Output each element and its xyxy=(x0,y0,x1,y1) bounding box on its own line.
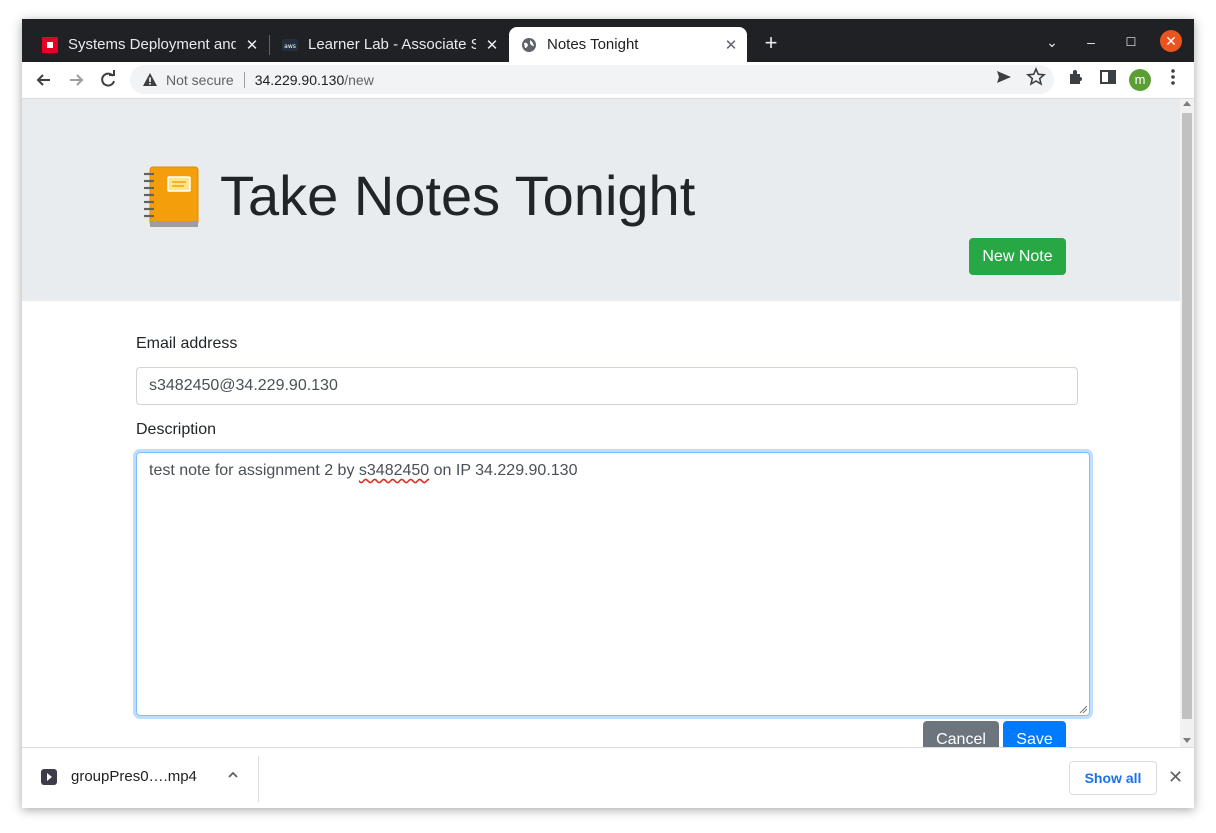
reload-icon[interactable] xyxy=(96,68,120,92)
description-label: Description xyxy=(136,421,217,438)
page-scrollbar[interactable] xyxy=(1180,99,1194,747)
misspelled-word: s3482450 xyxy=(358,462,430,479)
email-label: Email address xyxy=(136,335,238,352)
url-path: /new xyxy=(344,71,374,88)
chevron-up-icon[interactable] xyxy=(227,768,239,784)
close-window-button[interactable]: ✕ xyxy=(1160,30,1182,52)
description-text-end: on IP 34.229.90.130 xyxy=(429,462,578,479)
description-text-start: test note for assignment 2 by xyxy=(149,462,359,479)
tab-title: Systems Deployment and xyxy=(68,36,236,53)
save-button[interactable]: Save xyxy=(1003,721,1066,747)
page-viewport: Take Notes Tonight New Note Email addres… xyxy=(22,99,1180,747)
maximize-button[interactable]: ☐ xyxy=(1120,31,1142,53)
description-textarea[interactable]: test note for assignment 2 by s3482450 o… xyxy=(136,452,1090,716)
send-icon[interactable] xyxy=(992,65,1016,89)
tab-systems-deployment[interactable]: Systems Deployment and ✕ xyxy=(30,27,268,62)
download-bar: groupPres0….mp4 Show all ✕ xyxy=(22,747,1194,808)
cancel-button[interactable]: Cancel xyxy=(923,721,999,747)
forward-icon[interactable] xyxy=(64,68,88,92)
scroll-down-arrow-icon[interactable] xyxy=(1183,738,1191,743)
download-item[interactable]: groupPres0….mp4 xyxy=(41,768,197,785)
download-filename: groupPres0….mp4 xyxy=(71,768,197,785)
side-panel-icon[interactable] xyxy=(1096,65,1120,89)
video-file-icon xyxy=(41,768,57,785)
profile-avatar[interactable]: m xyxy=(1129,69,1151,91)
close-tab-icon[interactable]: ✕ xyxy=(244,37,260,54)
email-field[interactable]: s3482450@34.229.90.130 xyxy=(136,367,1078,405)
address-bar[interactable]: Not secure 34.229.90.130/new xyxy=(130,65,1054,94)
address-divider xyxy=(243,71,245,88)
aws-icon: aws xyxy=(282,37,298,53)
scroll-up-arrow-icon[interactable] xyxy=(1183,101,1191,106)
page-title: Take Notes Tonight xyxy=(220,164,696,227)
new-tab-button[interactable]: + xyxy=(760,32,782,54)
download-separator xyxy=(258,756,259,802)
tab-title: Learner Lab - Associate Se xyxy=(308,36,476,53)
extensions-icon[interactable] xyxy=(1064,65,1088,89)
globe-icon xyxy=(521,37,537,53)
tab-notes-tonight[interactable]: Notes Tonight ✕ xyxy=(509,27,747,62)
close-downloads-icon[interactable]: ✕ xyxy=(1168,767,1183,788)
svg-text:aws: aws xyxy=(284,43,296,50)
menu-kebab-icon[interactable] xyxy=(1161,65,1185,89)
bookmark-star-icon[interactable] xyxy=(1024,65,1048,89)
notebook-icon xyxy=(142,165,200,229)
security-label[interactable]: Not secure xyxy=(166,72,234,88)
rmit-icon xyxy=(42,36,58,53)
close-tab-icon[interactable]: ✕ xyxy=(484,37,500,54)
show-all-button[interactable]: Show all xyxy=(1069,761,1157,795)
new-note-button[interactable]: New Note xyxy=(969,238,1066,275)
tab-learner-lab[interactable]: aws Learner Lab - Associate Se ✕ xyxy=(270,27,508,62)
tab-strip: Systems Deployment and ✕ aws Learner Lab… xyxy=(22,19,1194,62)
back-icon[interactable] xyxy=(32,68,56,92)
browser-toolbar: Not secure 34.229.90.130/new m xyxy=(22,62,1194,99)
tab-search-icon[interactable]: ⌄ xyxy=(1041,31,1063,53)
browser-window: Systems Deployment and ✕ aws Learner Lab… xyxy=(22,19,1194,808)
scrollbar-thumb[interactable] xyxy=(1182,113,1192,719)
close-tab-icon[interactable]: ✕ xyxy=(723,37,739,54)
url-host: 34.229.90.130 xyxy=(254,71,345,88)
tab-title: Notes Tonight xyxy=(547,36,639,53)
jumbotron-header: Take Notes Tonight New Note xyxy=(22,99,1180,301)
minimize-button[interactable]: – xyxy=(1080,31,1102,53)
resize-handle-icon[interactable] xyxy=(1079,705,1087,713)
warning-icon[interactable] xyxy=(142,72,158,88)
